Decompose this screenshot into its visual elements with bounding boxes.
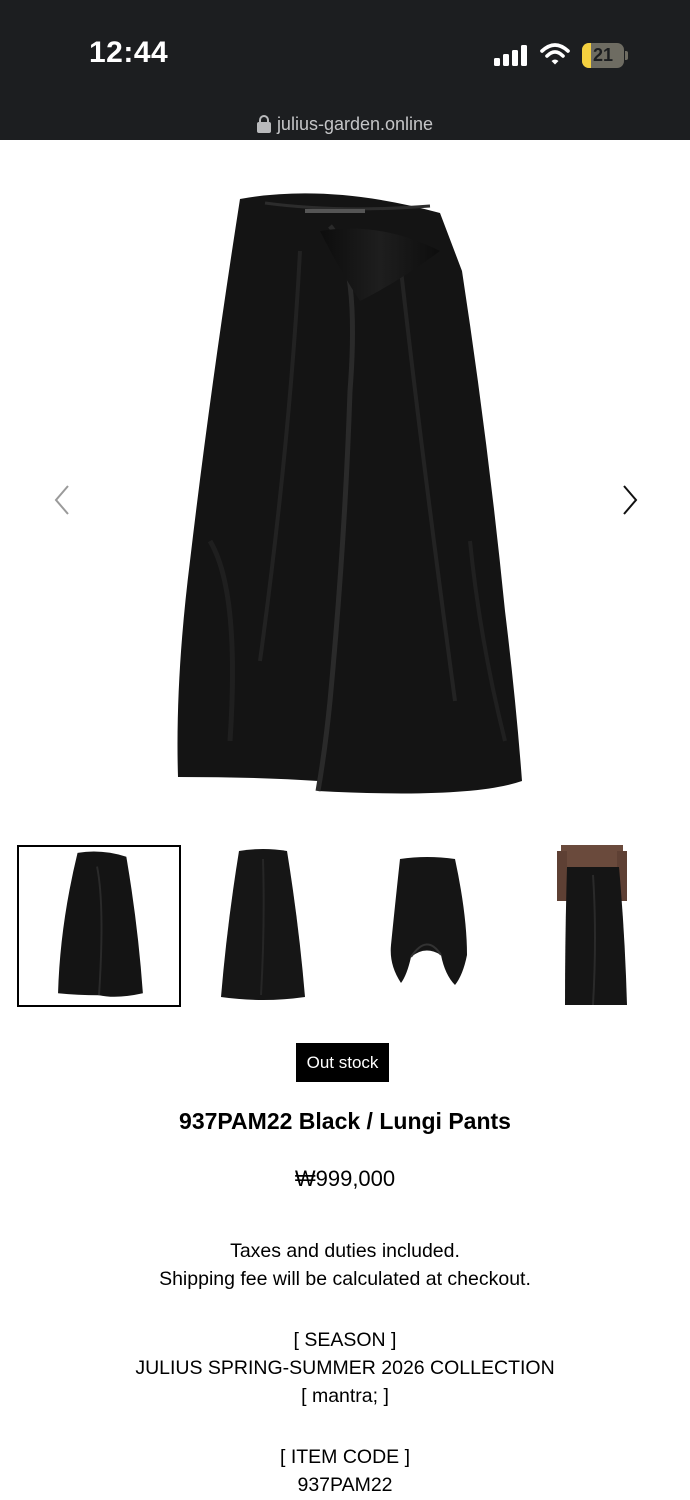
chevron-right-icon[interactable] [614,480,644,520]
status-bar: 12:44 21 julius-garden.online [0,0,690,140]
chevron-left-icon[interactable] [48,480,78,520]
wifi-icon [540,43,570,65]
tax-note: Taxes and duties included. [230,1240,460,1262]
thumbnail-2[interactable] [181,845,345,1007]
signal-bars-icon [494,44,530,66]
thumbnail-3[interactable] [345,845,509,1007]
battery-percent: 21 [592,45,614,65]
battery-icon: 21 [582,43,628,68]
season-theme: [ mantra; ] [301,1385,389,1407]
product-price: ₩999,000 [294,1166,396,1191]
thumbnail-1[interactable] [17,845,181,1007]
item-code-heading: [ ITEM CODE ] [279,1446,410,1468]
product-main-image[interactable] [0,141,690,841]
season-name: JULIUS SPRING-SUMMER 2026 COLLECTION [135,1357,555,1379]
lock-icon [256,115,271,133]
clock-time: 12:44 [89,36,169,69]
thumbnail-4[interactable] [509,845,673,1007]
url-text: julius-garden.online [276,113,434,134]
stock-status-badge: Out stock [296,1043,389,1082]
address-bar[interactable]: julius-garden.online [0,110,690,138]
item-code: 937PAM22 [297,1474,393,1496]
product-title: 937PAM22 Black / Lungi Pants [179,1108,511,1134]
shipping-note: Shipping fee will be calculated at check… [159,1268,531,1290]
season-heading: [ SEASON ] [293,1329,397,1351]
